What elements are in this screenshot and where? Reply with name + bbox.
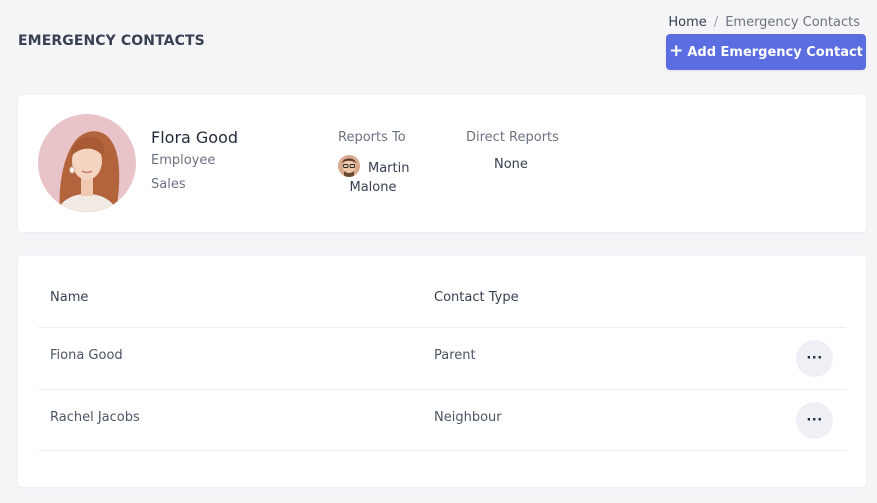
contact-name: Rachel Jacobs (50, 410, 140, 425)
table-row: Rachel Jacobs Neighbour ··· (38, 389, 846, 451)
ellipsis-icon: ··· (806, 413, 823, 428)
direct-reports-value: None (494, 157, 528, 172)
table-row: Fiona Good Parent ··· (38, 327, 846, 389)
plus-icon: + (669, 40, 684, 61)
breadcrumb-home[interactable]: Home (668, 15, 706, 30)
reports-to-label: Reports To (338, 130, 406, 145)
breadcrumb-current: Emergency Contacts (725, 15, 860, 30)
manager-last-name: Malone (349, 180, 397, 195)
emergency-contacts-table: Name Contact Type Fiona Good Parent ··· … (18, 256, 866, 487)
more-actions-button[interactable]: ··· (796, 340, 833, 377)
column-header-name: Name (50, 290, 89, 305)
breadcrumb-separator: / (713, 15, 719, 30)
row-divider (38, 450, 846, 451)
contact-type: Parent (434, 348, 476, 363)
employee-department: Sales (151, 177, 186, 192)
profile-card: Flora Good Employee Sales Reports To Mar… (18, 95, 866, 232)
page-title: EMERGENCY CONTACTS (18, 33, 205, 49)
contact-name: Fiona Good (50, 348, 123, 363)
add-emergency-contact-button[interactable]: + Add Emergency Contact (666, 34, 866, 70)
manager-first-name: Martin (368, 161, 410, 176)
ellipsis-icon: ··· (806, 351, 823, 366)
add-emergency-contact-label: Add Emergency Contact (687, 44, 863, 60)
direct-reports-label: Direct Reports (466, 130, 559, 145)
manager-name[interactable]: Martin Malone (344, 159, 410, 197)
column-header-contact-type: Contact Type (434, 290, 519, 305)
contact-type: Neighbour (434, 410, 502, 425)
breadcrumb: Home / Emergency Contacts (668, 15, 860, 30)
employee-role: Employee (151, 153, 216, 168)
more-actions-button[interactable]: ··· (796, 402, 833, 439)
employee-name[interactable]: Flora Good (151, 128, 238, 147)
avatar (38, 114, 136, 212)
